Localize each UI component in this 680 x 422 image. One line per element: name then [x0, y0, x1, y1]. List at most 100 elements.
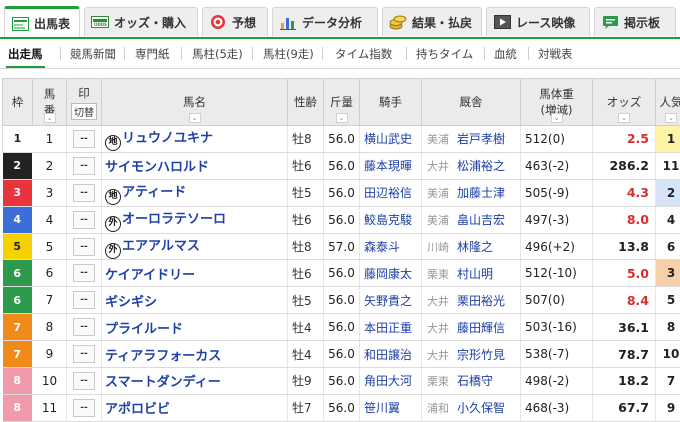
- subnav-past5[interactable]: 馬柱(5走): [192, 46, 243, 62]
- horse-name-link[interactable]: アポロビビ: [105, 402, 170, 417]
- mark-select[interactable]: --: [73, 291, 95, 310]
- tab-race-card[interactable]: 出馬表: [4, 6, 80, 38]
- col-header-mark[interactable]: 印 切替: [66, 78, 102, 126]
- trainer-link[interactable]: 村山明: [457, 267, 493, 281]
- subnav-underline: [0, 68, 680, 69]
- mark-select[interactable]: --: [73, 398, 95, 417]
- jockey-link[interactable]: 笹川翼: [359, 394, 422, 422]
- subnav-time-index[interactable]: タイム指数: [335, 46, 392, 62]
- trainer-link[interactable]: 藤田輝信: [457, 321, 505, 335]
- odds-value[interactable]: 18.2: [592, 367, 656, 395]
- mark-select[interactable]: --: [73, 237, 95, 256]
- col-header-weight[interactable]: 斤量 ⌄: [323, 78, 360, 126]
- mark-select[interactable]: --: [73, 318, 95, 337]
- odds-value[interactable]: 8.0: [592, 206, 656, 234]
- subnav-trade-paper[interactable]: 専門紙: [135, 46, 170, 62]
- odds-value[interactable]: 36.1: [592, 313, 656, 342]
- mark-select[interactable]: --: [73, 183, 95, 202]
- tab-message-board[interactable]: 掲示板: [594, 7, 676, 36]
- sort-arrow-icon[interactable]: ⌄: [550, 113, 563, 123]
- horse-name-cell: ケイアイドリー: [101, 259, 288, 288]
- tab-race-video[interactable]: レース映像: [486, 7, 590, 36]
- odds-value[interactable]: 5.0: [592, 259, 656, 288]
- sort-arrow-icon[interactable]: ⌄: [43, 113, 56, 123]
- mark-select[interactable]: --: [73, 264, 95, 283]
- jockey-link[interactable]: 藤岡康太: [359, 259, 422, 288]
- horse-name-link[interactable]: ティアラフォーカス: [105, 349, 221, 364]
- mark-select[interactable]: --: [73, 156, 95, 175]
- tab-prediction[interactable]: 予想: [202, 7, 268, 36]
- subnav-past9[interactable]: 馬柱(9走): [263, 46, 314, 62]
- trainer-link[interactable]: 林隆之: [457, 240, 493, 254]
- horse-name-link[interactable]: リュウノユキナ: [122, 131, 213, 146]
- odds-value[interactable]: 67.7: [592, 394, 656, 422]
- subnav-newspaper[interactable]: 競馬新聞: [70, 46, 116, 62]
- horse-name-link[interactable]: プライルード: [105, 322, 183, 337]
- tab-data-analysis[interactable]: データ分析: [272, 7, 378, 36]
- subnav-best-time[interactable]: 持ちタイム: [416, 46, 473, 62]
- horse-name-link[interactable]: アティード: [122, 185, 186, 200]
- jockey-link[interactable]: 横山武史: [359, 125, 422, 153]
- sort-arrow-icon[interactable]: ⌄: [665, 113, 677, 123]
- odds-value[interactable]: 4.3: [592, 179, 656, 207]
- horse-number: 2: [32, 152, 67, 180]
- trainer-link[interactable]: 加藤士津: [457, 186, 505, 200]
- mark-select[interactable]: --: [73, 210, 95, 229]
- jockey-link[interactable]: 田辺裕信: [359, 179, 422, 207]
- mark-cell: --: [66, 179, 102, 207]
- col-header-frame[interactable]: 枠: [2, 78, 33, 126]
- jockey-link[interactable]: 森泰斗: [359, 233, 422, 261]
- popularity-rank: 1: [655, 125, 680, 153]
- subnav-pedigree[interactable]: 血統: [494, 46, 517, 62]
- trainer-link[interactable]: 石橋守: [457, 374, 493, 388]
- tab-odds-purchase[interactable]: ODDS オッズ・購入: [84, 7, 198, 36]
- trainer-link[interactable]: 岩戸孝樹: [457, 132, 505, 146]
- carried-weight: 56.0: [323, 259, 360, 288]
- horse-name-link[interactable]: オーロラテソーロ: [122, 212, 226, 227]
- trainer-link[interactable]: 栗田裕光: [457, 294, 505, 308]
- jockey-link[interactable]: 鮫島克駿: [359, 206, 422, 234]
- mark-select[interactable]: --: [73, 129, 95, 148]
- jockey-link[interactable]: 矢野貴之: [359, 286, 422, 315]
- trainer-link[interactable]: 松浦裕之: [457, 159, 505, 173]
- jockey-link[interactable]: 藤本現暉: [359, 152, 422, 180]
- trainer-link[interactable]: 宗形竹見: [457, 348, 505, 362]
- odds-value[interactable]: 8.4: [592, 286, 656, 315]
- subnav-head-to-head[interactable]: 対戦表: [538, 46, 573, 62]
- horse-name-link[interactable]: スマートダンディー: [105, 375, 221, 390]
- subnav-divider: [252, 47, 253, 60]
- jockey-link[interactable]: 角田大河: [359, 367, 422, 395]
- odds-value[interactable]: 286.2: [592, 152, 656, 180]
- mark-toggle-button[interactable]: 切替: [71, 102, 97, 120]
- col-header-trainer[interactable]: 厩舎: [421, 78, 521, 126]
- odds-value[interactable]: 2.5: [592, 125, 656, 153]
- sort-arrow-icon[interactable]: ⌄: [618, 113, 630, 123]
- mark-select[interactable]: --: [73, 371, 95, 390]
- trainer-link[interactable]: 小久保智: [457, 401, 505, 415]
- tab-results-payout[interactable]: 結果・払戻: [382, 7, 482, 36]
- trainer-cell: 川崎 林隆之: [421, 233, 521, 261]
- horse-name-link[interactable]: エアアルマス: [122, 239, 200, 254]
- odds-value[interactable]: 78.7: [592, 340, 656, 369]
- subnav-entries[interactable]: 出走馬: [6, 46, 44, 69]
- trainer-link[interactable]: 畠山吉宏: [457, 213, 505, 227]
- sort-arrow-icon[interactable]: ⌄: [335, 113, 348, 123]
- horse-name-link[interactable]: ケイアイドリー: [105, 268, 195, 283]
- jockey-link[interactable]: 和田譲治: [359, 340, 422, 369]
- odds-value[interactable]: 13.8: [592, 233, 656, 261]
- col-header-horse-name[interactable]: 馬名 ⌄: [101, 78, 288, 126]
- sex-age: 牡6: [287, 152, 324, 180]
- col-header-sex-age[interactable]: 性齢: [287, 78, 324, 126]
- horse-name-link[interactable]: ギシギシ: [105, 295, 157, 310]
- col-header-body-weight[interactable]: 馬体重 (増減) ⌄: [520, 78, 593, 126]
- horse-name-link[interactable]: サイモンハロルド: [105, 160, 209, 175]
- carried-weight: 56.0: [323, 394, 360, 422]
- col-header-horse-number[interactable]: 馬番 ⌄: [32, 78, 67, 126]
- sort-arrow-icon[interactable]: ⌄: [188, 113, 201, 123]
- jockey-link[interactable]: 本田正重: [359, 313, 422, 342]
- col-header-jockey[interactable]: 騎手: [359, 78, 422, 126]
- col-header-popularity[interactable]: 人気 ⌄: [655, 78, 680, 126]
- mark-select[interactable]: --: [73, 345, 95, 364]
- stable-area: 栗東: [427, 267, 449, 281]
- col-header-odds[interactable]: オッズ ⌄: [592, 78, 656, 126]
